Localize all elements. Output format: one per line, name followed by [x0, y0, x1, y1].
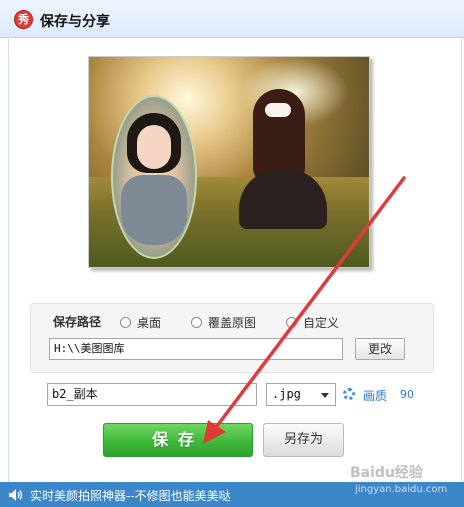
watermark-site: jingyan.baidu.com [355, 484, 448, 495]
quality-link[interactable]: 画质 [363, 387, 387, 404]
format-select[interactable]: .jpg [266, 383, 336, 406]
gear-icon[interactable] [343, 388, 355, 400]
save-path-group: 保存路径 桌面 覆盖原图 自定义 H:\\美图图库 更改 [30, 303, 434, 373]
photo-preview [88, 56, 370, 268]
radio-overwrite-original[interactable]: 覆盖原图 [191, 314, 256, 330]
radio-dot[interactable] [120, 316, 131, 328]
radio-custom[interactable]: 自定义 [286, 314, 339, 330]
speaker-icon [9, 489, 23, 501]
save-button[interactable]: 保存 [103, 423, 253, 457]
status-tip[interactable]: 实时美颜拍照神器--不修图也能美美哒 [30, 487, 231, 504]
save-path-label: 保存路径 [53, 315, 102, 329]
chevron-down-icon [321, 393, 329, 398]
title-bar: 秀 保存与分享 [0, 0, 464, 38]
save-path-input[interactable]: H:\\美图图库 [49, 338, 343, 360]
radio-dot[interactable] [191, 316, 202, 328]
filename-input[interactable]: b2_副本 [47, 383, 257, 406]
radio-desktop[interactable]: 桌面 [120, 314, 161, 330]
format-value: .jpg [272, 387, 301, 401]
portrait-bubble [111, 95, 197, 259]
window-title: 保存与分享 [40, 14, 110, 30]
save-as-button[interactable]: 另存为 [263, 423, 344, 457]
baidu-watermark: Baidu经验 [350, 465, 423, 481]
change-path-button[interactable]: 更改 [355, 338, 405, 360]
radio-custom-label: 自定义 [303, 315, 340, 330]
quality-value: 90 [400, 388, 414, 401]
sitting-girl [239, 89, 327, 229]
radio-overwrite-label: 覆盖原图 [208, 315, 257, 330]
radio-dot[interactable] [286, 316, 297, 328]
meitu-logo-icon: 秀 [14, 10, 33, 29]
radio-desktop-label: 桌面 [137, 315, 162, 330]
